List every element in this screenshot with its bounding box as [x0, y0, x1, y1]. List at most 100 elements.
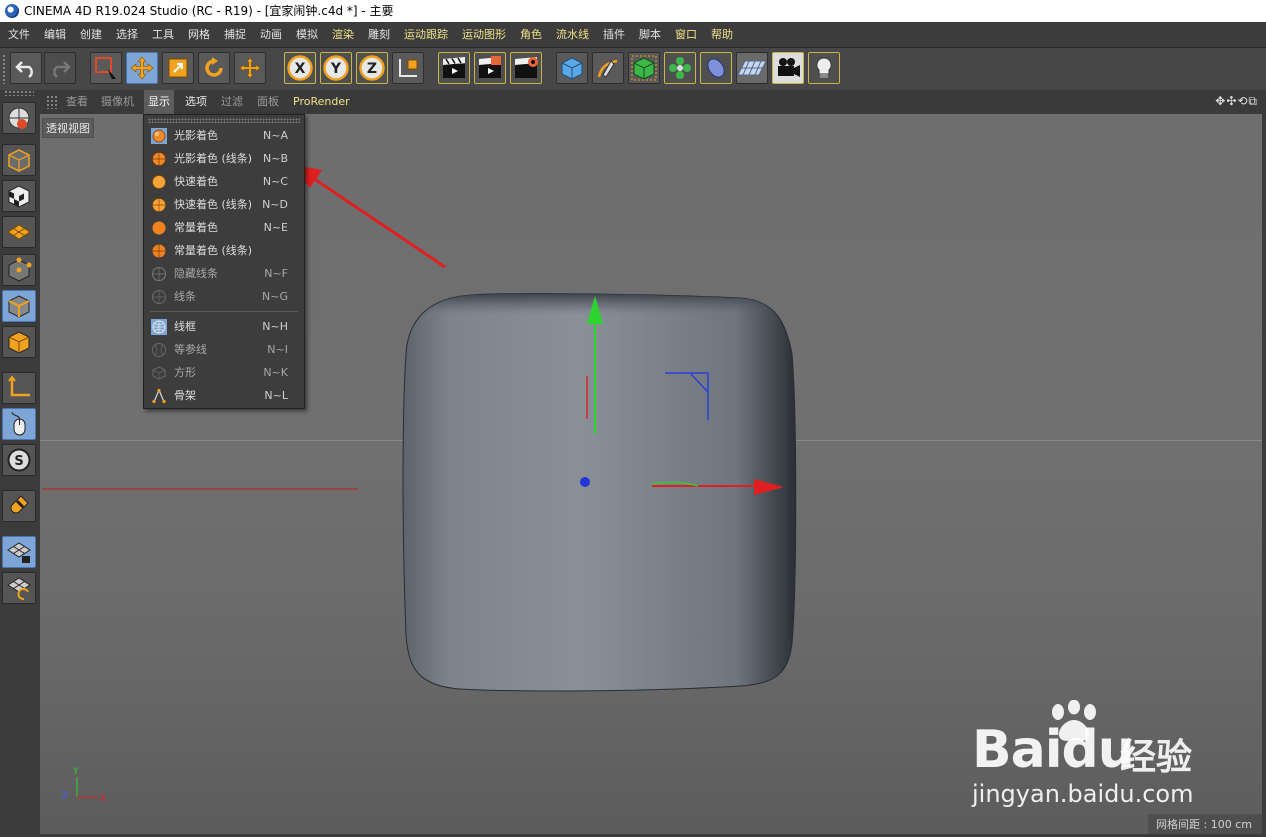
polygons-mode-button[interactable]: [2, 326, 36, 358]
menu-sculpt[interactable]: 雕刻: [368, 22, 390, 47]
menu-snap[interactable]: 捕捉: [224, 22, 246, 47]
camera-object-button[interactable]: [772, 52, 804, 84]
mouse-icon: [11, 411, 26, 436]
redo-button[interactable]: [44, 52, 76, 84]
light-object-button[interactable]: [808, 52, 840, 84]
vp-menu-panel[interactable]: 面板: [257, 90, 279, 114]
vp-menu-cameras[interactable]: 摄像机: [101, 90, 134, 114]
menu-mesh[interactable]: 网格: [188, 22, 210, 47]
menu-mograph[interactable]: 运动图形: [462, 22, 506, 47]
render-settings-button[interactable]: [510, 52, 542, 84]
display-item-quick-shading-lines[interactable]: 快速着色 (线条) N~D: [146, 194, 302, 216]
viewport-menubar: 查看 摄像机 显示 选项 过滤 面板 ProRender ✥✣⟲⧉: [40, 90, 1266, 114]
palette-grip[interactable]: [4, 90, 34, 96]
menu-file[interactable]: 文件: [8, 22, 30, 47]
menu-render[interactable]: 渲染: [332, 22, 354, 47]
vp-menu-filter[interactable]: 过滤: [221, 90, 243, 114]
quick-shading-icon: [152, 175, 166, 189]
vp-menu-prorender[interactable]: ProRender: [293, 90, 350, 114]
rotate-tool-button[interactable]: [198, 52, 230, 84]
live-selection-button[interactable]: [90, 52, 122, 84]
menu-plugins[interactable]: 插件: [603, 22, 625, 47]
points-cube-icon: [8, 257, 32, 282]
display-item-box[interactable]: 方形 N~K: [146, 362, 302, 384]
z-axis-lock-button[interactable]: Z: [356, 52, 388, 84]
display-item-lines[interactable]: 线条 N~G: [146, 286, 302, 308]
display-item-isoparms[interactable]: 等参线 N~I: [146, 339, 302, 361]
isoparm-icon: [152, 343, 166, 357]
main-menubar: 文件 编辑 创建 选择 工具 网格 捕捉 动画 模拟 渲染 雕刻 运动跟踪 运动…: [0, 22, 1266, 48]
menu-select[interactable]: 选择: [116, 22, 138, 47]
constant-shading-lines-icon: [152, 244, 166, 258]
tweak-mode-button[interactable]: [2, 408, 36, 440]
cube-icon: [561, 57, 583, 80]
locked-workplane-button[interactable]: [2, 536, 36, 568]
floor-object-button[interactable]: [736, 52, 768, 84]
menu-character[interactable]: 角色: [520, 22, 542, 47]
cube-object-button[interactable]: [556, 52, 588, 84]
display-item-hidden-line[interactable]: 隐藏线条 N~F: [146, 263, 302, 285]
recent-tool-button[interactable]: [234, 52, 266, 84]
menu-simulate[interactable]: 模拟: [296, 22, 318, 47]
menu-tools[interactable]: 工具: [152, 22, 174, 47]
bend-deformer-button[interactable]: [700, 52, 732, 84]
planar-workplane-button[interactable]: [2, 572, 36, 604]
menu-window[interactable]: 窗口: [675, 22, 697, 47]
snap-toggle-button[interactable]: [2, 490, 36, 522]
display-item-gouraud-lines[interactable]: 光影着色 (线条) N~B: [146, 148, 302, 170]
menu-motion-tracking[interactable]: 运动跟踪: [404, 22, 448, 47]
viewport-grip[interactable]: [46, 95, 58, 109]
subdivision-surface-button[interactable]: [628, 52, 660, 84]
menu-script[interactable]: 脚本: [639, 22, 661, 47]
wireframe-icon: [151, 319, 167, 335]
axis-indicator-y-label: Y: [72, 767, 79, 777]
z-axis-icon: Z: [359, 55, 385, 81]
points-mode-button[interactable]: [2, 254, 36, 286]
enable-axis-button[interactable]: [2, 372, 36, 404]
display-item-constant-shading-lines[interactable]: 常量着色 (线条): [146, 240, 302, 262]
display-item-constant-shading[interactable]: 常量着色 N~E: [146, 217, 302, 239]
gizmo-center-point[interactable]: [580, 477, 590, 487]
menu-pipeline[interactable]: 流水线: [556, 22, 589, 47]
window-title: CINEMA 4D R19.024 Studio (RC - R19) - [宜…: [24, 4, 394, 18]
edges-cube-icon: [8, 295, 30, 318]
viewport-navigation-icons[interactable]: ✥✣⟲⧉: [1215, 94, 1258, 109]
menu-edit[interactable]: 编辑: [44, 22, 66, 47]
floor-grid-icon: [737, 60, 767, 76]
magnet-icon: [10, 495, 29, 514]
vp-menu-display[interactable]: 显示: [144, 90, 174, 114]
make-editable-button[interactable]: [2, 102, 36, 134]
dropdown-tearoff-grip[interactable]: [148, 118, 300, 123]
display-item-quick-shading[interactable]: 快速着色 N~C: [146, 171, 302, 193]
menu-animate[interactable]: 动画: [260, 22, 282, 47]
vp-menu-view[interactable]: 查看: [66, 90, 88, 114]
hidden-line-icon: [152, 267, 166, 281]
svg-text:Z: Z: [367, 61, 377, 77]
array-generator-button[interactable]: [664, 52, 696, 84]
scale-tool-button[interactable]: [162, 52, 194, 84]
subdivision-cube-icon: [631, 55, 657, 81]
svg-text:Y: Y: [330, 61, 342, 77]
x-axis-lock-button[interactable]: X: [284, 52, 316, 84]
y-axis-lock-button[interactable]: Y: [320, 52, 352, 84]
pen-spline-button[interactable]: [592, 52, 624, 84]
undo-button[interactable]: [10, 52, 42, 84]
menu-help[interactable]: 帮助: [711, 22, 733, 47]
edges-mode-button[interactable]: [2, 290, 36, 322]
menu-create[interactable]: 创建: [80, 22, 102, 47]
svg-text:S: S: [14, 454, 23, 469]
workplane-mode-button[interactable]: [2, 216, 36, 248]
display-item-gouraud-shading[interactable]: 光影着色 N~A: [146, 125, 302, 147]
toolbar-grip[interactable]: [2, 54, 6, 84]
coordinate-system-button[interactable]: [392, 52, 424, 84]
vp-menu-options[interactable]: 选项: [185, 90, 207, 114]
texture-mode-button[interactable]: [2, 180, 36, 212]
display-item-skeleton[interactable]: 骨架 N~L: [146, 385, 302, 407]
render-view-button[interactable]: [438, 52, 470, 84]
model-mode-button[interactable]: [2, 144, 36, 176]
solo-mode-button[interactable]: S: [2, 444, 36, 476]
rotate-icon: [205, 57, 223, 77]
move-tool-button[interactable]: [126, 52, 158, 84]
display-item-wireframe[interactable]: 线框 N~H: [146, 316, 302, 338]
render-to-picture-viewer-button[interactable]: [474, 52, 506, 84]
